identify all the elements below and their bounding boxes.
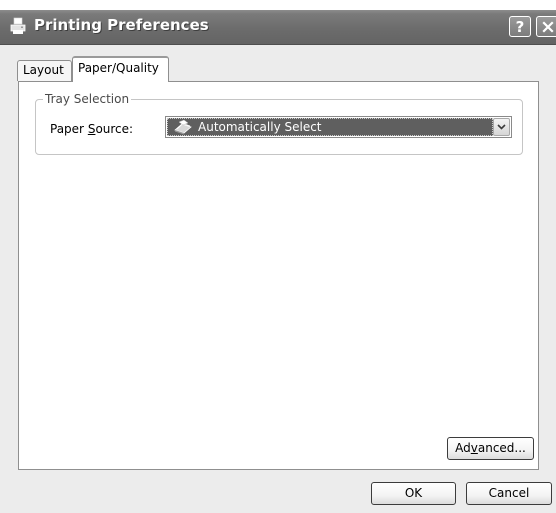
help-button[interactable]: ? (509, 16, 531, 37)
tab-paper-quality[interactable]: Paper/Quality (72, 56, 169, 82)
advanced-button[interactable]: Advanced... (447, 437, 534, 460)
printer-tray-icon (174, 119, 192, 135)
cancel-button[interactable]: Cancel (466, 482, 552, 505)
advanced-label-suffix: anced... (477, 441, 526, 455)
chevron-down-icon (497, 124, 506, 130)
window-title: Printing Preferences (34, 16, 209, 34)
tray-selection-group: Tray Selection Paper Source: Automatical… (35, 92, 523, 155)
tab-layout[interactable]: Layout (17, 60, 72, 81)
ok-button[interactable]: OK (371, 482, 456, 505)
close-button[interactable] (536, 16, 556, 37)
paper-source-label-suffix: ource: (95, 122, 134, 136)
advanced-access-key: v (470, 441, 478, 455)
tab-panel-paper-quality: Tray Selection Paper Source: Automatical… (18, 81, 539, 470)
tab-layout-label: Layout (23, 63, 64, 77)
paper-source-value: Automatically Select (198, 120, 322, 134)
close-icon (542, 20, 554, 33)
printer-icon (10, 17, 26, 34)
paper-source-selected[interactable]: Automatically Select (167, 118, 493, 136)
tray-selection-label: Tray Selection (43, 92, 132, 106)
title-bar[interactable]: Printing Preferences ? (0, 10, 556, 45)
dropdown-arrow-button[interactable] (493, 118, 510, 136)
help-icon: ? (515, 17, 525, 36)
paper-source-dropdown[interactable]: Automatically Select (165, 116, 512, 138)
printing-preferences-window: Printing Preferences ? Layout Paper/Qual… (0, 10, 556, 513)
paper-source-label-prefix: Paper (50, 122, 88, 136)
advanced-label-prefix: Ad (455, 441, 471, 455)
tab-paper-quality-label: Paper/Quality (78, 61, 159, 75)
paper-source-label: Paper Source: (50, 122, 133, 136)
